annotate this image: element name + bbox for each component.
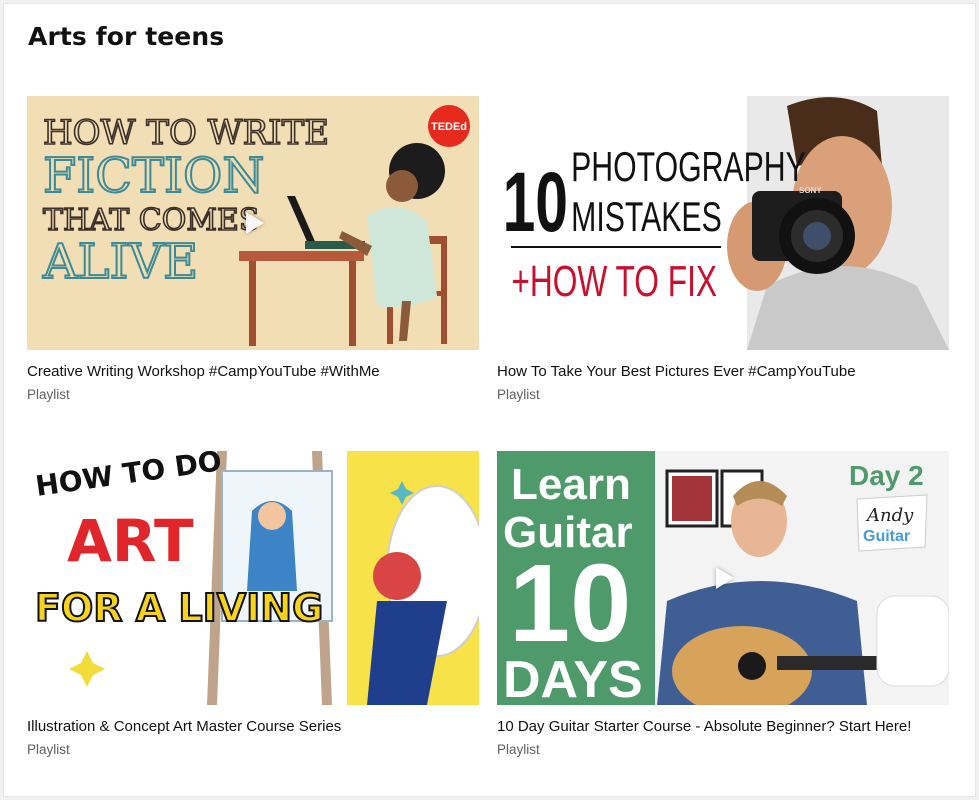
playlist-card-creative-writing: HOW TO WRITE FICTION THAT COMES ALIVE TE… bbox=[27, 96, 479, 402]
thumb-logo-line1: Andy bbox=[865, 505, 914, 526]
thumb-text-line1: HOW TO WRITE bbox=[43, 113, 329, 153]
thumb-text-line1: Learn bbox=[511, 460, 631, 509]
thumb-logo-line2: Guitar bbox=[863, 528, 910, 545]
playlist-label: Playlist bbox=[27, 387, 70, 402]
thumb-text-line2: ART bbox=[67, 507, 194, 575]
playlist-title[interactable]: 10 Day Guitar Starter Course - Absolute … bbox=[497, 717, 927, 737]
thumbnail-art-illustration: HOW TO DO ART FOR A LIVING bbox=[27, 451, 479, 705]
thumb-text-line3: +HOW TO FIX bbox=[511, 257, 717, 306]
playlist-card-guitar: Learn Guitar 10 DAYS Day 2 Andy Guitar 1… bbox=[497, 451, 949, 757]
section-title: Arts for teens bbox=[28, 22, 225, 51]
thumb-text-line2: FICTION bbox=[43, 148, 264, 204]
playlist-card-photography: SONY 10 PHOTOGRAPHY MISTAKES +HOW TO FIX… bbox=[497, 96, 949, 402]
play-icon bbox=[246, 212, 264, 234]
playlist-title[interactable]: How To Take Your Best Pictures Ever #Cam… bbox=[497, 362, 927, 382]
thumb-text-line3: FOR A LIVING bbox=[35, 586, 323, 630]
thumbnail-art-photography: SONY 10 PHOTOGRAPHY MISTAKES +HOW TO FIX bbox=[497, 96, 949, 350]
thumb-text-day: Day 2 bbox=[849, 460, 924, 491]
thumb-text-line3: 10 bbox=[509, 542, 631, 665]
thumb-text-line4: ALIVE bbox=[42, 234, 198, 290]
playlist-thumbnail[interactable]: HOW TO WRITE FICTION THAT COMES ALIVE TE… bbox=[27, 96, 479, 350]
playlist-label: Playlist bbox=[497, 387, 540, 402]
playlist-thumbnail[interactable]: Learn Guitar 10 DAYS Day 2 Andy Guitar bbox=[497, 451, 949, 705]
playlist-label: Playlist bbox=[27, 742, 70, 757]
playlist-thumbnail[interactable]: HOW TO DO ART FOR A LIVING bbox=[27, 451, 479, 705]
playlist-shelf: Arts for teens HOW TO WRITE FICTION THAT… bbox=[3, 3, 976, 797]
thumb-text-line2: MISTAKES bbox=[571, 193, 722, 240]
play-icon bbox=[716, 567, 734, 589]
thumb-text-line4: DAYS bbox=[503, 651, 643, 705]
playlist-label: Playlist bbox=[497, 742, 540, 757]
playlist-title[interactable]: Creative Writing Workshop #CampYouTube #… bbox=[27, 362, 457, 382]
thumb-text-line3: THAT COMES bbox=[43, 203, 259, 238]
playlist-thumbnail[interactable]: SONY 10 PHOTOGRAPHY MISTAKES +HOW TO FIX bbox=[497, 96, 949, 350]
playlist-title[interactable]: Illustration & Concept Art Master Course… bbox=[27, 717, 457, 737]
ted-ed-logo-text: TEDEd bbox=[431, 121, 467, 133]
thumb-text-line1: PHOTOGRAPHY bbox=[571, 143, 806, 190]
thumb-text-number: 10 bbox=[503, 156, 568, 250]
playlist-card-illustration: HOW TO DO ART FOR A LIVING Illustration … bbox=[27, 451, 479, 757]
